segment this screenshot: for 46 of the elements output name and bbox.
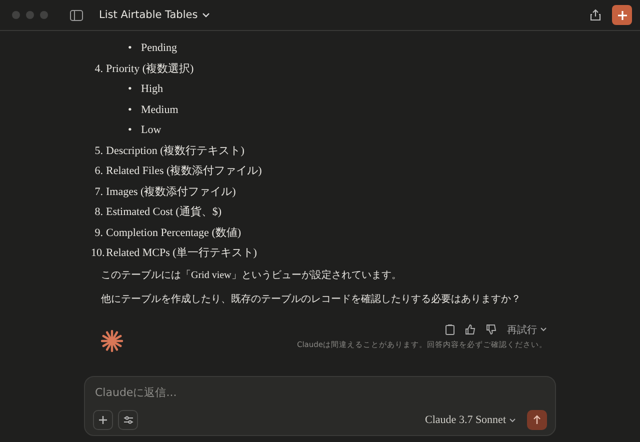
paragraph: 他にテーブルを作成したり、既存のテーブルのレコードを確認したりする必要はありますか？: [101, 292, 521, 306]
reply-input-field[interactable]: Claudeに返信...: [93, 383, 547, 401]
list-number: 7.: [94, 184, 103, 200]
retry-button[interactable]: 再試行: [507, 322, 547, 336]
chevron-down-icon: [540, 327, 547, 332]
list-number: 8.: [94, 205, 103, 220]
list-bullet: •: [128, 123, 133, 138]
share-icon[interactable]: [590, 9, 601, 21]
list-number: 10.: [91, 246, 103, 261]
list-number: 6.: [94, 164, 103, 179]
arrow-up-icon: [533, 415, 541, 425]
add-button[interactable]: [93, 410, 113, 430]
list-number: 4.: [94, 62, 103, 76]
plus-icon: [98, 415, 108, 425]
list-item: Medium: [141, 102, 178, 118]
thumbs-up-icon[interactable]: [465, 324, 476, 335]
chevron-down-icon: [509, 418, 516, 422]
list-item: Low: [141, 123, 162, 138]
list-item: High: [141, 82, 163, 97]
list-item: Related MCPs (単一行テキスト): [106, 246, 257, 261]
list-item: Completion Percentage (数値): [106, 226, 242, 240]
sliders-icon: [122, 415, 134, 425]
list-item: Priority (複数選択): [106, 62, 194, 76]
plus-icon: [616, 10, 628, 20]
copy-icon[interactable]: [445, 324, 455, 335]
chevron-down-icon: [202, 12, 210, 18]
sidebar-icon[interactable]: [70, 10, 83, 20]
thumbs-down-icon[interactable]: [486, 324, 497, 335]
list-number: 9.: [94, 226, 103, 240]
send-button[interactable]: [527, 410, 547, 430]
reply-composer[interactable]: Claudeに返信... Claude 3.7 Sonnet: [84, 376, 556, 436]
list-bullet: •: [128, 82, 133, 97]
paragraph: このテーブルには「Grid view」というビューが設定されています。: [101, 268, 402, 282]
new-chat-button[interactable]: [612, 5, 632, 25]
list-number: 5.: [94, 144, 103, 158]
list-item: Estimated Cost (通貨、$): [106, 204, 222, 220]
list-bullet: •: [128, 41, 133, 56]
model-selector[interactable]: Claude 3.7 Sonnet: [425, 414, 516, 426]
list-item: Related Files (複数添付ファイル): [106, 164, 262, 179]
starburst-logo-icon: [101, 330, 123, 352]
list-bullet: •: [128, 102, 133, 118]
list-item: Images (複数添付ファイル): [106, 184, 236, 200]
list-item: Pending: [141, 41, 178, 56]
tools-button[interactable]: [118, 410, 138, 430]
list-item: Description (複数行テキスト): [106, 144, 244, 158]
chat-title-menu[interactable]: List Airtable Tables: [99, 9, 210, 21]
